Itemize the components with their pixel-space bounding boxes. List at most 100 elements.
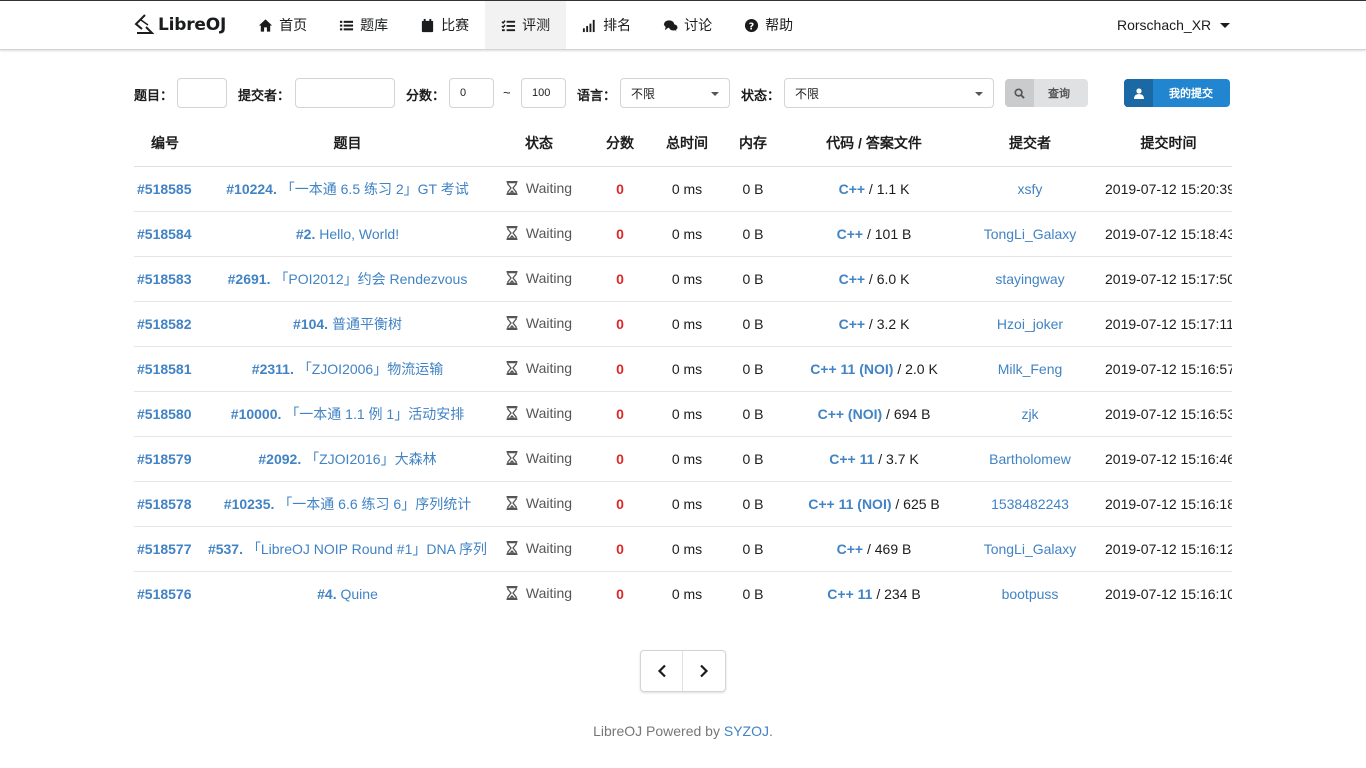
chevron-right-icon: [700, 664, 709, 678]
submitter-link[interactable]: Hzoi_joker: [997, 316, 1063, 332]
table-row[interactable]: #518579 #2092. 「ZJOI2016」大森林 Waiting 0 0 ms 0…: [134, 436, 1232, 482]
caret-down-icon: [1220, 22, 1231, 28]
submitter-link[interactable]: xsfy: [1018, 181, 1043, 197]
query-button[interactable]: 查询: [1005, 79, 1088, 107]
status-cell: Waiting: [499, 166, 579, 212]
submitter-link[interactable]: 1538482243: [991, 496, 1069, 512]
table-row[interactable]: #518585 #10224. 「一本通 6.5 练习 2」GT 考试 Waitin…: [134, 166, 1232, 212]
submitter-filter-input[interactable]: [295, 78, 395, 108]
table-row[interactable]: #518580 #10000. 「一本通 1.1 例 1」活动安排 Waiting 0…: [134, 391, 1232, 437]
score-min-input[interactable]: [449, 78, 494, 108]
site-logo[interactable]: LibreOJ: [133, 1, 226, 49]
nav-item-3[interactable]: 评测: [485, 1, 567, 49]
table-row[interactable]: #518582 #104. 普通平衡树 Waiting 0 0 ms 0 B C++ / 3…: [134, 301, 1232, 347]
user-dropdown[interactable]: Rorschach_XR: [1117, 1, 1231, 49]
submitter-link[interactable]: bootpuss: [1002, 586, 1059, 602]
submission-id-link[interactable]: #518579: [137, 451, 192, 467]
table-row[interactable]: #518581 #2311. 「ZJOI2006」物流运输 Waiting 0 0 ms…: [134, 346, 1232, 392]
problem-title: 「LibreOJ NOIP Round #1」DNA 序列: [246, 540, 488, 557]
syzoj-link[interactable]: SYZOJ: [724, 723, 769, 739]
nav-item-4[interactable]: 排名: [566, 1, 647, 49]
query-button-label: 查询: [1048, 88, 1070, 100]
language-link[interactable]: C++: [839, 271, 865, 287]
prev-page-button[interactable]: [641, 651, 684, 691]
hourglass-icon: [506, 495, 526, 510]
next-page-button[interactable]: [683, 651, 725, 691]
table-body: #518585 #10224. 「一本通 6.5 练习 2」GT 考试 Waitin…: [134, 166, 1232, 616]
language-link[interactable]: C++ 11: [827, 586, 872, 602]
submitter-link[interactable]: Milk_Feng: [998, 361, 1063, 377]
problem-link[interactable]: #2. Hello, World!: [296, 226, 399, 242]
submission-id-link[interactable]: #518581: [137, 361, 192, 377]
language-link[interactable]: C++ (NOI): [818, 406, 883, 422]
problem-filter-input[interactable]: [177, 78, 227, 108]
score-cell: 0: [579, 526, 661, 572]
status-select[interactable]: 不限: [784, 78, 994, 108]
table-row[interactable]: #518583 #2691. 「POI2012」约会 Rendezvous Wait…: [134, 256, 1232, 302]
submitter-link[interactable]: Bartholomew: [989, 451, 1071, 467]
memory-cell: 0 B: [742, 585, 764, 602]
score-cell: 0: [579, 301, 661, 347]
submitter-link[interactable]: stayingway: [995, 271, 1064, 287]
submitter-cell: Bartholomew: [955, 436, 1105, 482]
table-row[interactable]: #518584 #2. Hello, World! Waiting 0 0 ms 0 BC…: [134, 211, 1232, 257]
problem-link[interactable]: #2691. 「POI2012」约会 Rendezvous: [228, 271, 468, 287]
code-cell: C++ / 6.0 K: [793, 256, 955, 302]
problem-link[interactable]: #10235. 「一本通 6.6 练习 6」序列统计: [224, 496, 471, 512]
submission-id-link[interactable]: #518578: [137, 496, 192, 512]
problem-cell: #2092. 「ZJOI2016」大森林: [196, 436, 499, 482]
score-max-input[interactable]: [521, 78, 566, 108]
submission-id-link[interactable]: #518583: [137, 271, 192, 287]
language-link[interactable]: C++ 11 (NOI): [808, 496, 891, 512]
problem-cell: #4. Quine: [196, 571, 499, 616]
submission-id-link[interactable]: #518580: [137, 406, 192, 422]
language-link[interactable]: C++: [837, 226, 863, 242]
score-cell: 0: [579, 211, 661, 257]
table-row[interactable]: #518578 #10235. 「一本通 6.6 练习 6」序列统计 Waiting…: [134, 481, 1232, 527]
dropdown-arrow-icon: [975, 92, 983, 96]
nav-item-6[interactable]: ? 帮助: [728, 1, 809, 49]
nav-item-1[interactable]: 题库: [323, 1, 404, 49]
language-link[interactable]: C++ 11 (NOI): [810, 361, 893, 377]
language-link[interactable]: C++: [839, 316, 865, 332]
problem-id: #10224.: [226, 180, 277, 197]
submitter-link[interactable]: TongLi_Galaxy: [984, 541, 1077, 557]
submit-time-cell: 2019-07-12 15:17:50: [1105, 256, 1232, 302]
submitter-link[interactable]: zjk: [1021, 406, 1038, 422]
time-cell: 0 ms: [661, 436, 713, 482]
problem-title: 「ZJOI2006」物流运输: [297, 360, 444, 377]
code-size: / 1.1 K: [865, 180, 910, 197]
problem-link[interactable]: #10000. 「一本通 1.1 例 1」活动安排: [231, 406, 464, 422]
problem-id: #2311.: [251, 360, 294, 377]
language-link[interactable]: C++ 11: [829, 451, 874, 467]
table-row[interactable]: #518576 #4. Quine Waiting 0 0 ms 0 B C++ 11 / …: [134, 571, 1232, 616]
submission-id-link[interactable]: #518576: [137, 586, 192, 602]
problem-link[interactable]: #10224. 「一本通 6.5 练习 2」GT 考试: [226, 181, 469, 197]
nav-item-2[interactable]: 比赛: [404, 1, 485, 49]
my-submissions-button[interactable]: 我的提交: [1124, 79, 1230, 107]
problem-link[interactable]: #537. 「LibreOJ NOIP Round #1」DNA 序列: [208, 541, 487, 557]
problem-link[interactable]: #2311. 「ZJOI2006」物流运输: [252, 361, 443, 377]
submitter-cell: Milk_Feng: [955, 346, 1105, 392]
submission-id-link[interactable]: #518584: [137, 226, 192, 242]
submission-id-link[interactable]: #518577: [137, 541, 192, 557]
submission-id-link[interactable]: #518585: [137, 181, 192, 197]
language-link[interactable]: C++: [839, 181, 865, 197]
problem-link[interactable]: #104. 普通平衡树: [293, 316, 402, 332]
nav-item-0[interactable]: 首页: [242, 1, 323, 49]
problem-link[interactable]: #2092. 「ZJOI2016」大森林: [258, 451, 436, 467]
submit-time-cell: 2019-07-12 15:16:46: [1105, 436, 1232, 482]
submitter-link[interactable]: TongLi_Galaxy: [984, 226, 1077, 242]
language-link[interactable]: C++: [837, 541, 863, 557]
status-cell: Waiting: [499, 481, 579, 527]
problem-link[interactable]: #4. Quine: [317, 586, 378, 602]
code-size: / 3.7 K: [874, 450, 919, 467]
code-size: / 469 B: [863, 540, 912, 557]
language-filter-label: 语言：: [577, 88, 617, 103]
language-select[interactable]: 不限: [620, 78, 730, 108]
nav-item-5[interactable]: 讨论: [647, 1, 728, 49]
submission-id-cell: #518584: [134, 211, 196, 257]
table-row[interactable]: #518577 #537. 「LibreOJ NOIP Round #1」DNA …: [134, 526, 1232, 572]
code-cell: C++ / 1.1 K: [793, 166, 955, 212]
submission-id-link[interactable]: #518582: [137, 316, 192, 332]
